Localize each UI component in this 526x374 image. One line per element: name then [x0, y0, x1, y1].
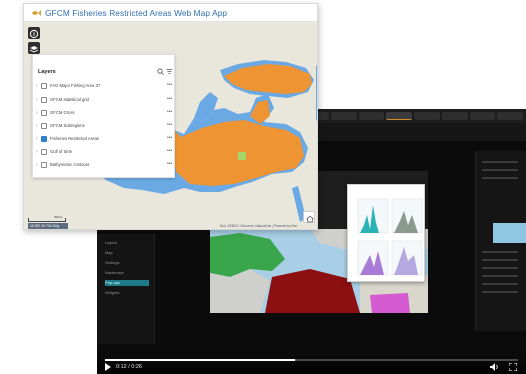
more-options-icon[interactable]: •••: [167, 161, 172, 167]
more-options-icon[interactable]: •••: [167, 82, 172, 88]
layer-row[interactable]: › FAO Major Fishing Area 37 •••: [36, 81, 174, 92]
layer-checkbox[interactable]: [41, 97, 47, 103]
play-icon[interactable]: [104, 363, 112, 371]
panel-item[interactable]: Settings: [105, 260, 149, 266]
info-icon: [29, 29, 39, 39]
layer-row[interactable]: › GFCM statistical grid •••: [36, 95, 174, 106]
more-options-icon[interactable]: •••: [167, 122, 172, 128]
web-map-app: GFCM Fisheries Restricted Areas Web Map …: [23, 3, 318, 230]
layer-label: Fisheries Restricted Areas: [50, 136, 99, 141]
map-region-magenta: [370, 293, 410, 313]
browser-tab[interactable]: [469, 112, 496, 120]
layer-label: GFCM GSAs: [50, 110, 75, 115]
video-time: 0:12 / 0:26: [116, 364, 142, 370]
app-title: GFCM Fisheries Restricted Areas Web Map …: [45, 8, 228, 18]
panel-item-selected[interactable]: Pop-ups: [105, 280, 149, 286]
browser-tab[interactable]: [414, 112, 440, 120]
more-options-icon[interactable]: •••: [167, 96, 172, 102]
panel-line: [482, 275, 518, 277]
browser-tab[interactable]: [441, 112, 468, 120]
chart-popup[interactable]: [347, 184, 425, 282]
more-options-icon[interactable]: •••: [167, 135, 172, 141]
layers-button[interactable]: [28, 42, 40, 54]
fra-small-area: [238, 152, 246, 160]
fullscreen-icon[interactable]: [509, 363, 517, 371]
screenshot-stage: Layers Map Settings Basemaps Pop-ups Wid…: [0, 0, 526, 374]
browser-tab[interactable]: [358, 112, 385, 120]
home-button[interactable]: [303, 211, 315, 223]
map-attribution[interactable]: Esri, GEBCO, DeLorme, NaturalVue | Power…: [220, 224, 297, 228]
panel-line: [482, 283, 518, 285]
panel-line: [482, 251, 518, 253]
filter-icon[interactable]: [166, 68, 173, 75]
panel-line: [482, 169, 518, 171]
info-button[interactable]: [28, 27, 40, 39]
layer-row[interactable]: › GFCM Subregions •••: [36, 121, 174, 132]
layer-row[interactable]: › GFCM GSAs •••: [36, 108, 174, 119]
layer-checkbox[interactable]: [41, 123, 47, 129]
more-options-icon[interactable]: •••: [167, 148, 172, 154]
layer-label: GFCM statistical grid: [50, 97, 89, 102]
video-progress-fill: [105, 359, 295, 361]
layer-label: GFCM Subregions: [50, 123, 85, 128]
panel-item[interactable]: Widgets: [105, 290, 149, 296]
layer-checkbox[interactable]: [41, 110, 47, 116]
popup-charts: [357, 198, 423, 276]
more-options-icon[interactable]: •••: [167, 109, 172, 115]
coordinate-readout: 15.987 40.734 Deg: [28, 223, 68, 229]
layer-checkbox[interactable]: [41, 83, 47, 89]
fish-logo-icon: [32, 10, 41, 16]
panel-line: [482, 267, 518, 269]
panel-line: [482, 259, 518, 261]
layer-checkbox[interactable]: [41, 162, 47, 168]
layer-row[interactable]: › Fisheries Restricted Areas •••: [36, 134, 174, 145]
video-controls: 0:12 / 0:26: [97, 356, 526, 374]
layer-list-panel: Layers › FAO Major Fishing Area 37 ••• ›…: [32, 54, 175, 178]
volume-icon[interactable]: [490, 363, 499, 371]
map-land: [210, 269, 270, 313]
video-progress-bar[interactable]: [105, 359, 518, 361]
home-icon: [306, 215, 314, 223]
caspian-sea: [316, 65, 317, 121]
panel-line: [482, 161, 518, 163]
browser-tabs: [303, 111, 523, 121]
layer-label: FAO Major Fishing Area 37: [50, 83, 101, 88]
layer-list-title: Layers: [38, 69, 56, 75]
layer-row[interactable]: › Bathymetric contours •••: [36, 160, 174, 171]
search-icon[interactable]: [157, 68, 164, 75]
app-header: GFCM Fisheries Restricted Areas Web Map …: [24, 4, 317, 22]
panel-line: [482, 177, 518, 179]
panel-line: [482, 291, 518, 293]
layer-label: Bathymetric contours: [50, 162, 90, 167]
layer-row[interactable]: › Gulf of Sirte •••: [36, 147, 174, 158]
panel-item[interactable]: Map: [105, 250, 149, 256]
browser-tab-active[interactable]: [386, 112, 412, 120]
browser-tab[interactable]: [330, 112, 357, 120]
panel-item[interactable]: Layers: [105, 240, 149, 246]
scale-label: 300mi: [54, 215, 63, 219]
layer-label: Gulf of Sirte: [50, 149, 73, 154]
layer-checkbox-checked[interactable]: [41, 136, 47, 142]
basemap-thumbnail[interactable]: [493, 223, 526, 243]
browser-tab[interactable]: [497, 112, 523, 120]
video-left-panel: Layers Map Settings Basemaps Pop-ups Wid…: [97, 234, 155, 344]
panel-item[interactable]: Basemaps: [105, 270, 149, 276]
layer-checkbox[interactable]: [41, 149, 47, 155]
